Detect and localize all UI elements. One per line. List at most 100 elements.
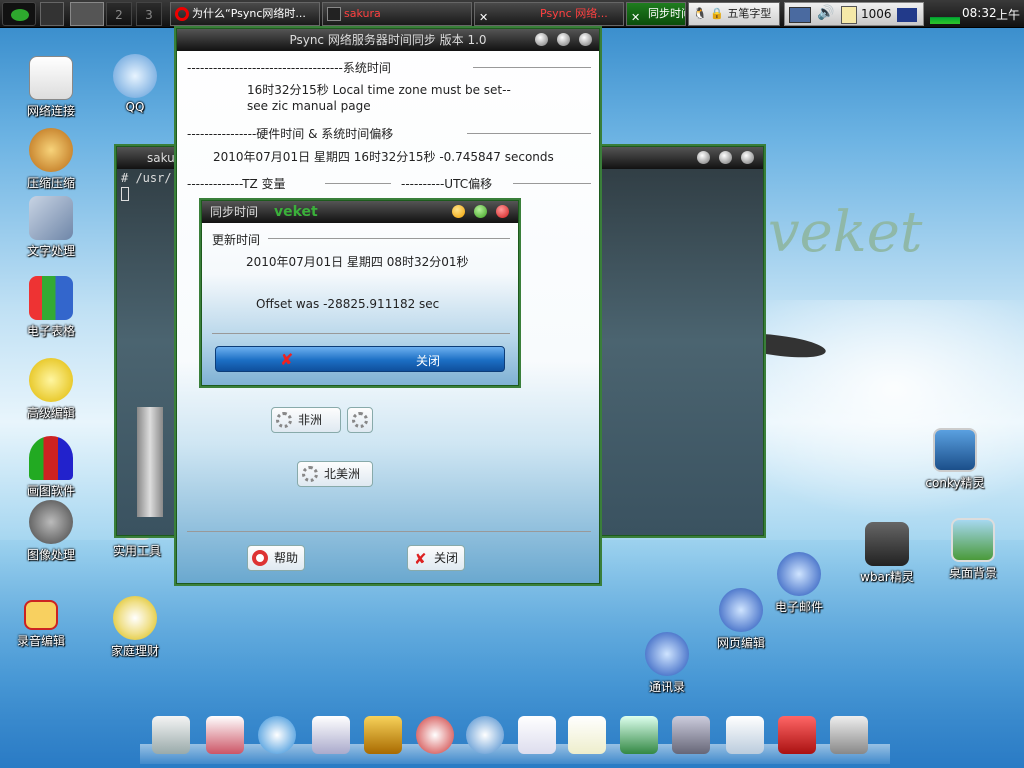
dock-document-icon[interactable]: [518, 716, 556, 754]
sync-dialog-titlebar[interactable]: 同步时间 veket: [202, 201, 518, 223]
region-button-partial[interactable]: [347, 407, 373, 433]
divider: [212, 333, 510, 334]
gear-icon: [352, 412, 368, 428]
veket-brand: veket: [274, 204, 318, 220]
dock-drive-icon[interactable]: [672, 716, 710, 754]
taskbar: 2 3 为什么“Psync网络时... sakura ✕ Psync 网络... …: [0, 0, 1024, 28]
sync-time-dialog: 同步时间 veket 更新时间 2010年07月01日 星期四 08时32分01…: [201, 200, 519, 386]
task-sakura[interactable]: sakura: [322, 2, 472, 26]
lifebuoy-icon: [252, 550, 268, 566]
desktop-icon-background[interactable]: 桌面背景: [928, 518, 1018, 581]
dock-browser-icon[interactable]: [258, 716, 296, 754]
tux-icon: 🐧: [693, 7, 707, 20]
hardware-time-header: ----------------硬件时间 & 系统时间偏移: [187, 127, 394, 141]
system-tray: 🔊 1006: [784, 2, 924, 26]
dock-music-icon[interactable]: [364, 716, 402, 754]
terminal-prompt[interactable]: # /usr/: [121, 171, 172, 185]
close-button[interactable]: [741, 151, 754, 164]
psync-titlebar[interactable]: Psync 网络服务器时间同步 版本 1.0: [177, 29, 599, 51]
flag-icon: [897, 8, 917, 22]
maximize-button[interactable]: [557, 33, 570, 46]
clipboard-icon[interactable]: [841, 6, 857, 24]
close-button[interactable]: [496, 205, 509, 218]
dock-camera-icon[interactable]: [830, 716, 868, 754]
desktop-icon-advanced-editor[interactable]: 高级编辑: [6, 358, 96, 421]
seamonkey-composer-icon: [719, 588, 763, 632]
close-x-icon: ✘: [414, 550, 427, 568]
desktop-icon-gimp[interactable]: 图像处理: [6, 500, 96, 563]
volume-icon[interactable]: 🔊: [817, 5, 834, 21]
dock-calendar-icon[interactable]: [726, 716, 764, 754]
desktop-icon-archive[interactable]: 压缩压缩: [6, 128, 96, 191]
desktop-icon-conky[interactable]: conky精灵: [910, 428, 1000, 491]
close-button[interactable]: [579, 33, 592, 46]
wbar-icon: [865, 522, 909, 566]
tz-variable-header: -------------TZ 变量: [187, 177, 286, 191]
network-icon[interactable]: [789, 7, 811, 23]
x-app-icon: ✕: [631, 11, 641, 24]
desktop-icon-address-book[interactable]: 通讯录: [622, 632, 712, 695]
gear-icon: [276, 412, 292, 428]
close-x-icon: ✘: [280, 350, 294, 369]
desktop-icon-qq[interactable]: QQ: [90, 54, 180, 114]
teapot-icon: [29, 358, 73, 402]
dock-notes-icon[interactable]: [568, 716, 606, 754]
gear-icon: [302, 466, 318, 482]
network-connection-icon: [29, 56, 73, 100]
tray-counter: 1006: [861, 7, 892, 21]
dock-help-icon[interactable]: [778, 716, 816, 754]
dock-settings-icon[interactable]: [206, 716, 244, 754]
lock-icon: 🔒: [710, 7, 724, 20]
help-button[interactable]: 帮助: [247, 545, 305, 571]
dock-printer-icon[interactable]: [152, 716, 190, 754]
africa-button[interactable]: 非洲: [271, 407, 341, 433]
ime-indicator[interactable]: 🐧 🔒 五笔字型: [688, 2, 780, 26]
maximize-button[interactable]: [719, 151, 732, 164]
spreadsheet-icon: [29, 276, 73, 320]
paint-brush-icon: [29, 436, 73, 480]
minimize-button[interactable]: [535, 33, 548, 46]
system-time-line1: 16时32分15秒 Local time zone must be set--: [247, 83, 511, 97]
desktop-icon-paint[interactable]: 画图软件: [6, 436, 96, 499]
workspace-3[interactable]: 3: [136, 2, 162, 26]
maximize-button[interactable]: [474, 205, 487, 218]
dock-chat-icon[interactable]: [466, 716, 504, 754]
north-america-button[interactable]: 北美洲: [297, 461, 373, 487]
qq-icon: [113, 54, 157, 98]
psync-title: Psync 网络服务器时间同步 版本 1.0: [289, 33, 487, 47]
divider: [473, 67, 591, 68]
archive-icon: [29, 128, 73, 172]
system-time-line2: see zic manual page: [247, 99, 371, 113]
divider: [513, 183, 591, 184]
utc-offset-header: ----------UTC偏移: [401, 177, 493, 191]
minimize-button[interactable]: [697, 151, 710, 164]
x-app-icon: ✕: [479, 11, 489, 24]
desktop-icon-audio[interactable]: 录音编辑: [0, 600, 86, 649]
opera-icon: [175, 7, 189, 21]
task-psync[interactable]: ✕ Psync 网络...: [474, 2, 624, 26]
window-switcher-icon[interactable]: [70, 2, 104, 26]
task-sync-time[interactable]: ✕同步时间: [626, 2, 686, 26]
divider: [268, 238, 510, 239]
gimp-icon: [29, 500, 73, 544]
desktop-icon-spreadsheet[interactable]: 电子表格: [6, 276, 96, 339]
dock-edit-icon[interactable]: [312, 716, 350, 754]
sync-close-button[interactable]: ✘ 关闭: [215, 346, 505, 372]
minimize-button[interactable]: [452, 205, 465, 218]
desktop-icon-wbar[interactable]: wbar精灵: [842, 522, 932, 585]
desktop-icon-network[interactable]: 网络连接: [6, 56, 96, 119]
terminal-launcher-icon[interactable]: [40, 2, 64, 26]
conky-icon: [933, 428, 977, 472]
workspace-2[interactable]: 2: [106, 2, 132, 26]
desktop-icon-finance[interactable]: 家庭理财: [90, 596, 180, 659]
dock-network-icon[interactable]: [416, 716, 454, 754]
synced-datetime: 2010年07月01日 星期四 08时32分01秒: [246, 255, 469, 269]
close-main-button[interactable]: ✘ 关闭: [407, 545, 465, 571]
desktop-icon-writer[interactable]: 文字处理: [6, 196, 96, 259]
start-menu-icon[interactable]: [2, 2, 36, 26]
task-browser[interactable]: 为什么“Psync网络时...: [170, 2, 320, 26]
update-time-label: 更新时间: [212, 233, 261, 247]
sync-close-label: 关闭: [416, 354, 441, 368]
clock-time[interactable]: 08:32: [962, 6, 997, 20]
dock-image-icon[interactable]: [620, 716, 658, 754]
